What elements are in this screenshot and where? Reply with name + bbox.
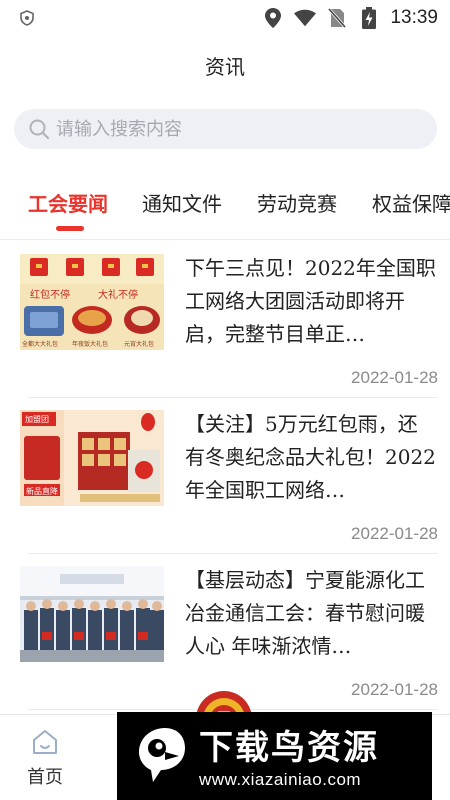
list-divider — [28, 553, 438, 554]
news-thumbnail — [20, 566, 164, 662]
nav-home[interactable]: 首页 — [20, 729, 70, 789]
news-date: 2022-01-28 — [351, 680, 438, 699]
tab-rights-protection[interactable]: 权益保障 — [372, 188, 450, 217]
news-title[interactable]: 下午三点见！2022年全国职工网络大团圆活动即将开启，完整节目单正… — [185, 252, 437, 351]
watermark-url: www.xiazainiao.com — [199, 770, 362, 789]
news-title[interactable]: 【基层动态】宁夏能源化工冶金通信工会：春节慰问暖人心 年味渐浓情… — [185, 564, 437, 663]
image-caption: 元宵大礼包 — [124, 340, 154, 348]
image-caption: 年夜饭大礼包 — [72, 340, 108, 348]
tab-labor-competition[interactable]: 劳动竞赛 — [257, 188, 337, 217]
list-divider — [28, 397, 438, 398]
nav-home-label: 首页 — [27, 767, 63, 788]
home-icon — [20, 729, 70, 759]
image-caption: 新品直降 — [26, 486, 58, 496]
news-date: 2022-01-28 — [351, 368, 438, 387]
news-item[interactable]: 红包不停 大礼不停 全都大大礼包 年夜饭大礼包 元宵大礼包 下午三点见！2022… — [0, 254, 450, 408]
search-bar[interactable] — [14, 109, 437, 149]
tabs-divider — [0, 239, 450, 240]
tab-union-news[interactable]: 工会要闻 — [28, 188, 108, 217]
news-thumbnail: 加盟团 新品直降 — [20, 410, 164, 506]
watermark-title: 下载鸟资源 — [199, 728, 379, 768]
category-tabs: 工会要闻 通知文件 劳动竞赛 权益保障 — [0, 180, 450, 236]
search-input[interactable] — [56, 118, 416, 140]
battery-charging-icon — [358, 7, 380, 29]
news-title[interactable]: 【关注】5万元红包雨，还有冬奥纪念品大礼包！2022年全国职工网络… — [185, 408, 437, 507]
page-title: 资讯 — [205, 55, 245, 79]
image-caption: 全都大大礼包 — [22, 340, 58, 348]
image-caption: 红包不停 — [30, 288, 70, 301]
active-tab-indicator — [56, 226, 84, 231]
image-caption: 加盟团 — [25, 414, 49, 424]
image-caption: 大礼不停 — [98, 288, 138, 301]
news-thumbnail: 红包不停 大礼不停 全都大大礼包 年夜饭大礼包 元宵大礼包 — [20, 254, 164, 350]
status-bar: 13:39 — [0, 0, 450, 36]
location-icon — [262, 7, 284, 29]
bird-logo-icon — [129, 722, 193, 790]
shield-icon — [16, 7, 38, 29]
watermark-banner: 下载鸟资源 www.xiazainiao.com — [117, 712, 432, 800]
tab-notices[interactable]: 通知文件 — [142, 188, 222, 217]
search-icon — [28, 118, 50, 140]
news-item[interactable]: 加盟团 新品直降 【关注】5万元红包雨，还有冬奥纪念品大礼包！2022年全国职工… — [0, 410, 450, 564]
no-sim-icon — [326, 7, 348, 29]
news-date: 2022-01-28 — [351, 524, 438, 543]
clock: 13:39 — [390, 7, 438, 28]
wifi-icon — [294, 7, 317, 29]
